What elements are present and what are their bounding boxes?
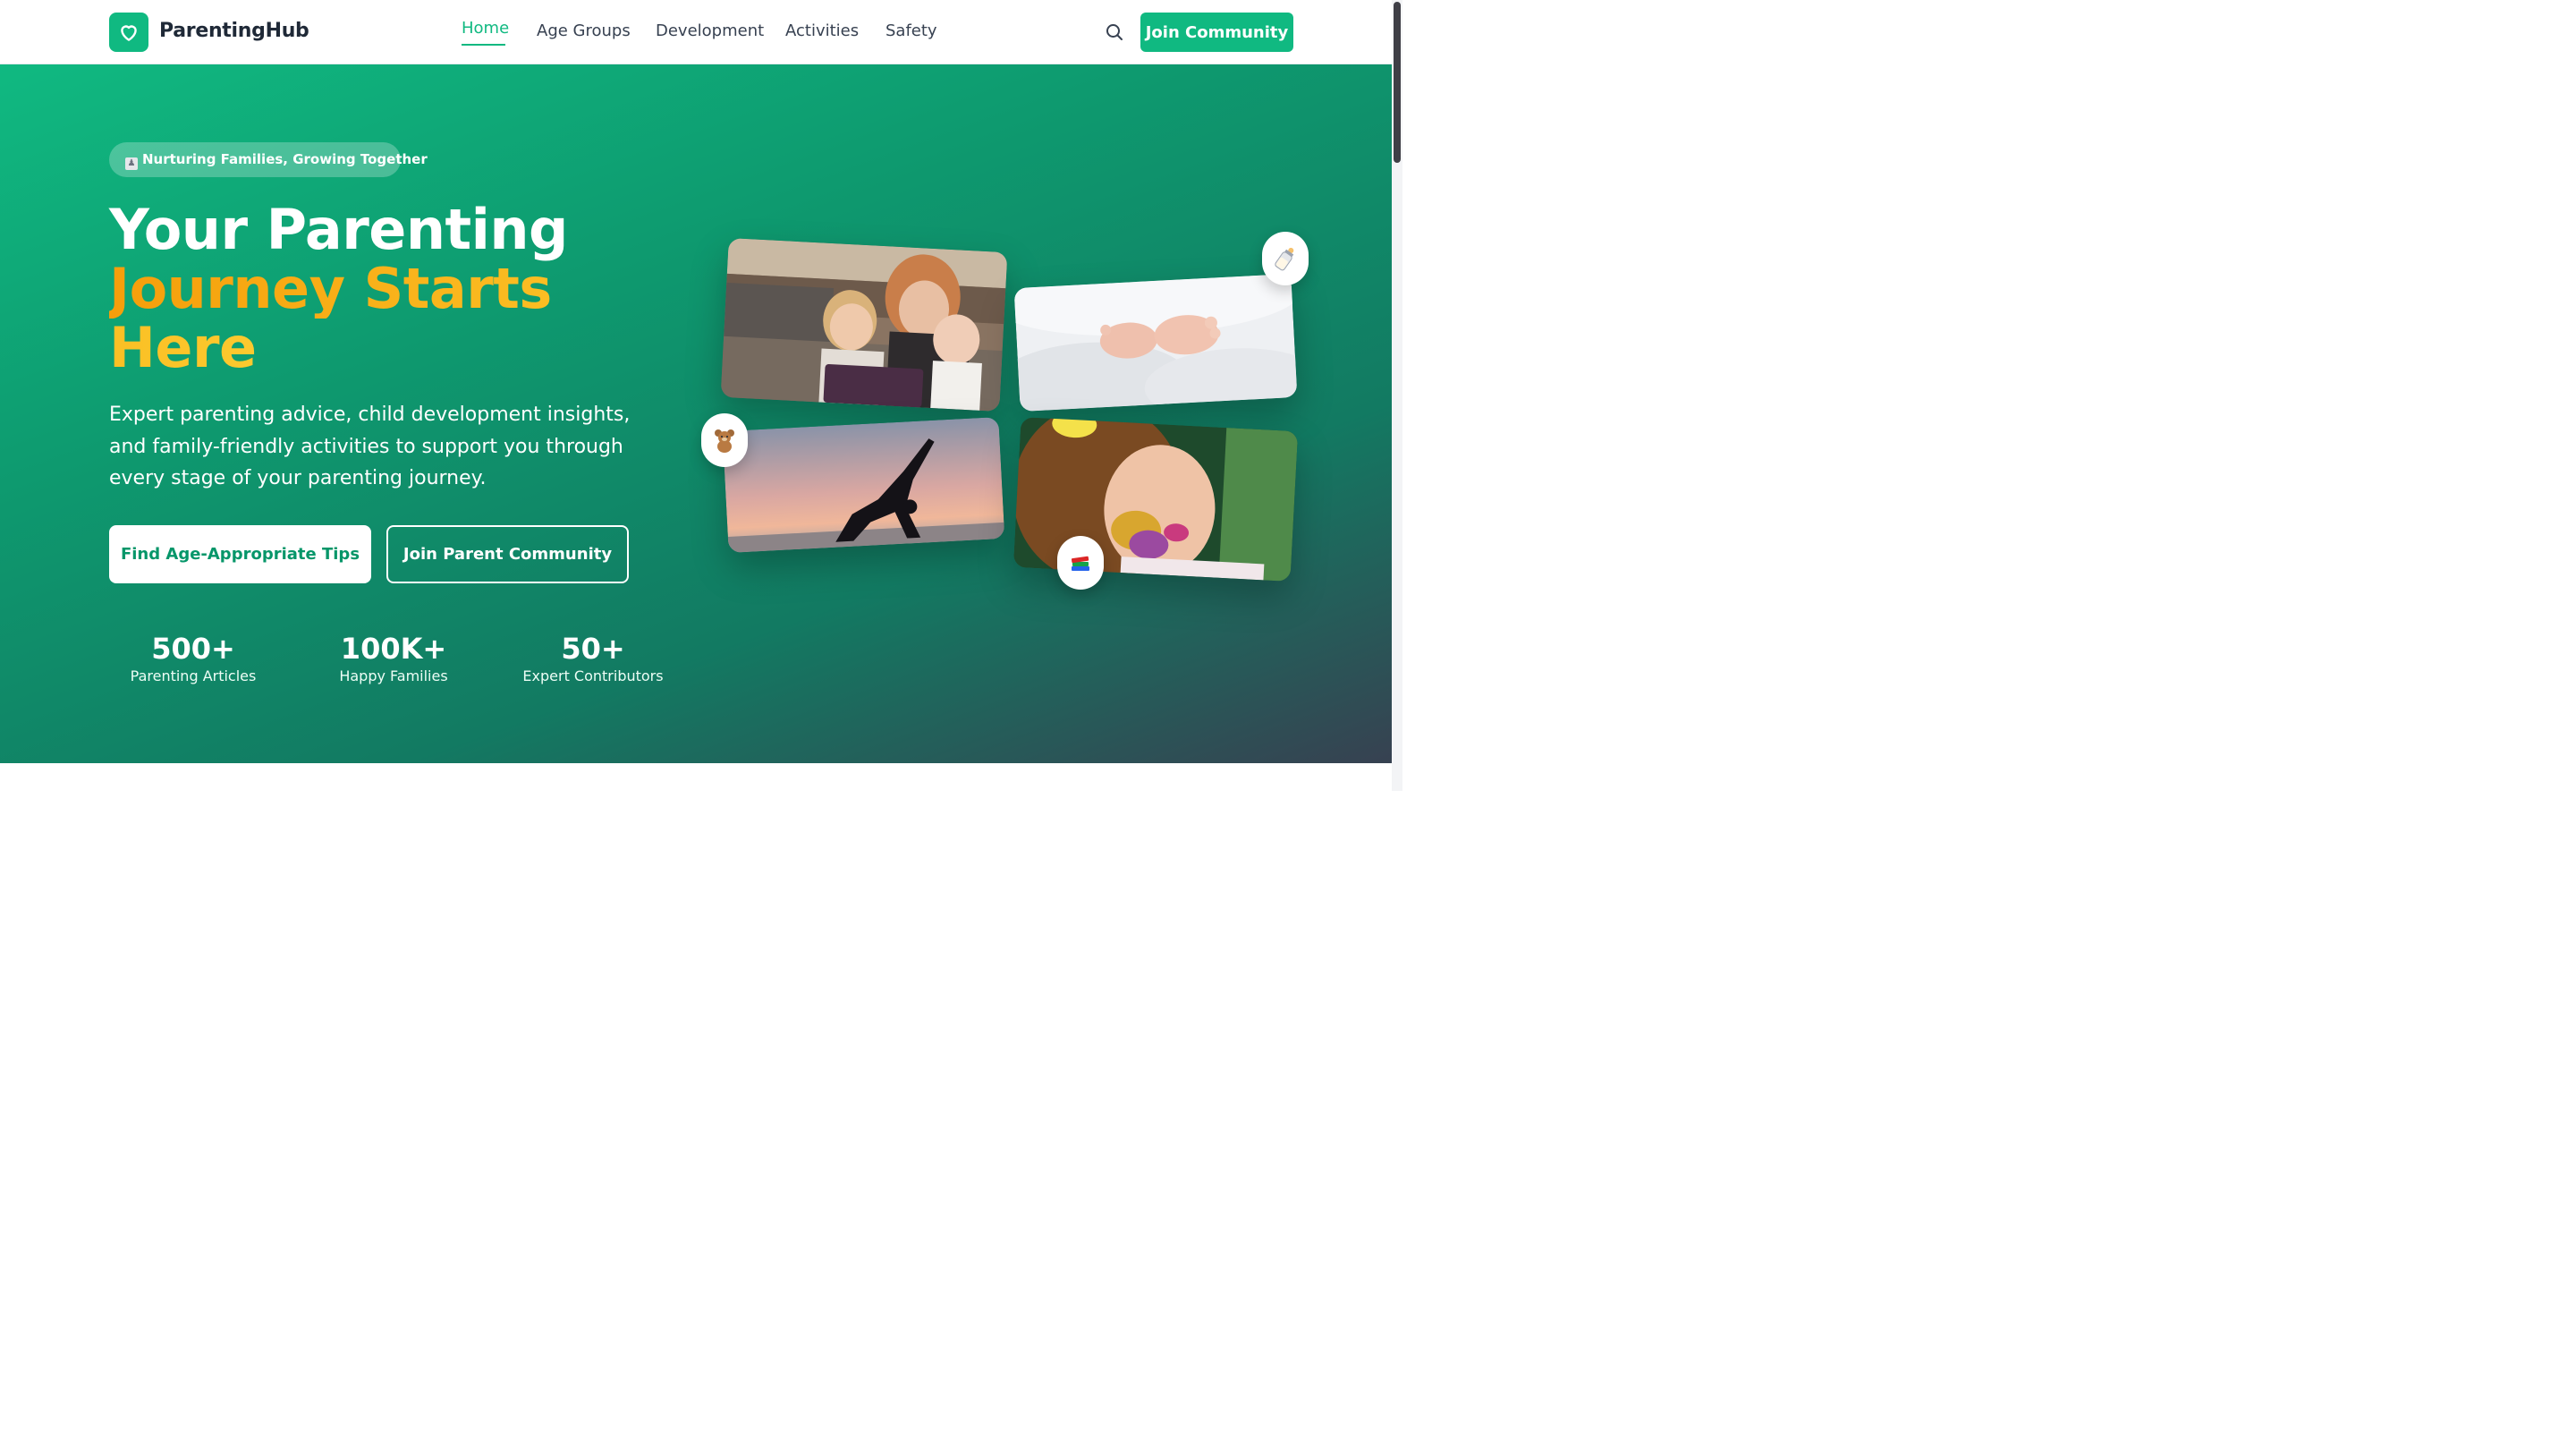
nav-link-home[interactable]: Home — [462, 19, 509, 38]
hero-section: ♟ Nurturing Families, Growing Together Yo… — [0, 64, 1392, 763]
stat-label: Parenting Articles — [130, 667, 257, 684]
mother-with-children-photo — [720, 237, 1008, 412]
books-badge — [1057, 536, 1104, 590]
stat-value: 100K+ — [340, 632, 447, 666]
teddy-bear-icon — [715, 429, 734, 453]
join-community-button[interactable]: Join Community — [1140, 13, 1293, 52]
scrollbar-thumb[interactable] — [1394, 2, 1401, 163]
tagline-pill: ♟ Nurturing Families, Growing Together — [109, 142, 428, 177]
stat-label: Expert Contributors — [522, 667, 664, 684]
stat-articles: 500+ Parenting Articles — [104, 632, 283, 687]
stat-families: 100K+ Happy Families — [304, 632, 483, 687]
hero-description: Expert parenting advice, child developme… — [109, 404, 631, 489]
nav-link-activities[interactable]: Activities — [785, 21, 859, 40]
family-icon: ♟ — [125, 157, 138, 170]
baby-bottle-icon — [1275, 247, 1294, 271]
teddy-bear-badge — [701, 413, 748, 467]
active-nav-underline — [462, 44, 505, 46]
stat-value: 500+ — [151, 632, 235, 666]
logo-badge[interactable] — [109, 13, 148, 52]
headline-line-1: Your Parenting — [109, 197, 568, 262]
baby-bottle-badge — [1262, 232, 1309, 285]
search-button[interactable] — [1104, 21, 1125, 43]
nav-link-safety[interactable]: Safety — [886, 21, 937, 40]
stat-label: Happy Families — [339, 667, 448, 684]
heart-icon — [121, 25, 137, 41]
books-icon — [1071, 556, 1089, 571]
baby-feet-photo — [1013, 273, 1298, 412]
tagline-text: Nurturing Families, Growing Together — [142, 151, 428, 167]
brand-name[interactable]: ParentingHub — [159, 20, 309, 42]
find-tips-button[interactable]: Find Age-Appropriate Tips — [109, 525, 371, 583]
nav-link-age-groups[interactable]: Age Groups — [537, 21, 631, 40]
hero-headline: Your Parenting Journey Starts Here — [109, 200, 568, 378]
painted-child-photo — [1013, 417, 1299, 582]
yoga-silhouette-photo — [722, 417, 1005, 553]
next-section-top — [0, 763, 1392, 791]
headline-line-2: Journey Starts — [109, 259, 568, 319]
stat-contributors: 50+ Expert Contributors — [504, 632, 682, 687]
search-icon — [1106, 24, 1123, 40]
top-navbar: ParentingHub Home Age Groups Development… — [0, 0, 1402, 64]
nav-link-development[interactable]: Development — [656, 21, 764, 40]
join-parent-community-button[interactable]: Join Parent Community — [386, 525, 629, 583]
headline-line-3: Here — [109, 319, 568, 378]
stat-value: 50+ — [561, 632, 625, 666]
